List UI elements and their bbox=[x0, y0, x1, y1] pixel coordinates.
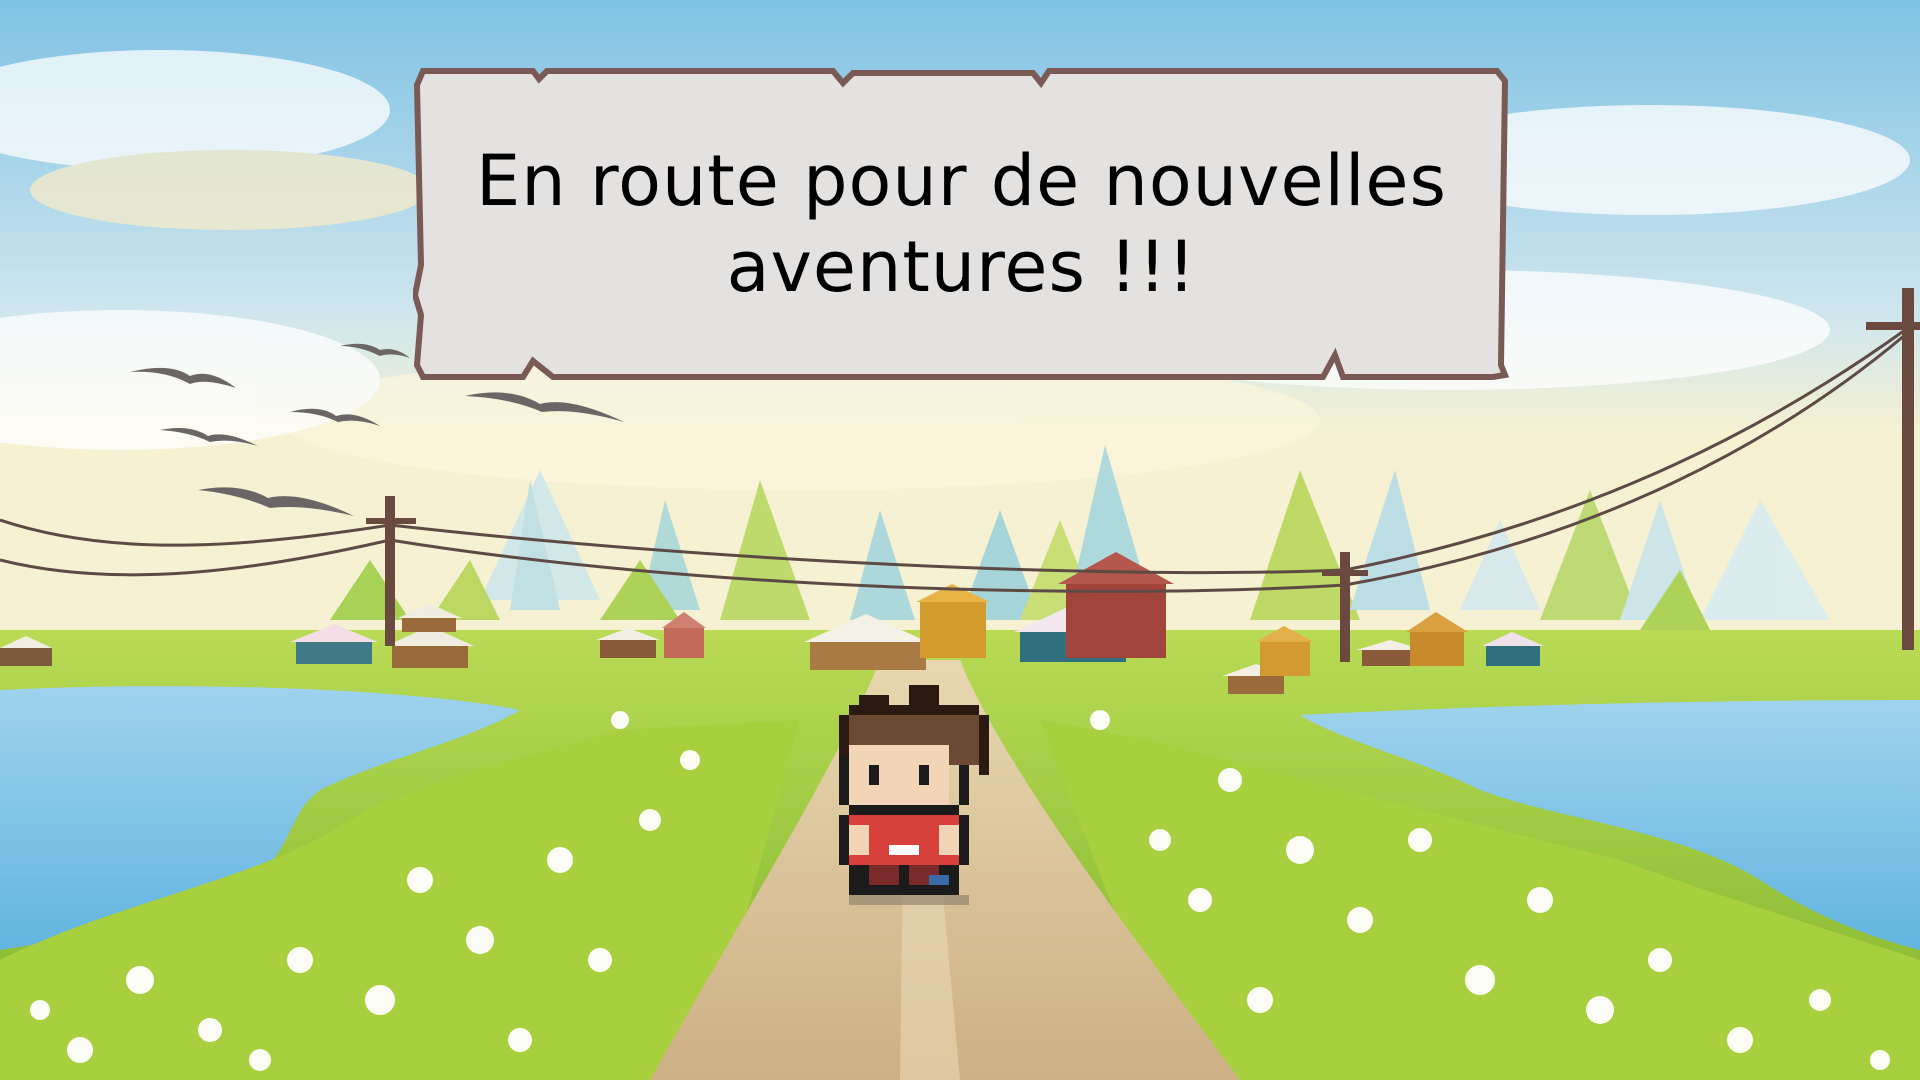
dialog-box[interactable]: En route pour de nouvelles aventures !!! bbox=[413, 65, 1510, 383]
dialog-line-1: En route pour de nouvelles bbox=[476, 140, 1447, 222]
player-character-sprite bbox=[819, 685, 1019, 955]
dialog-line-2: aventures !!! bbox=[726, 226, 1197, 308]
dialog-message: En route pour de nouvelles aventures !!! bbox=[416, 138, 1507, 310]
game-scene: En route pour de nouvelles aventures !!! bbox=[0, 0, 1920, 1080]
